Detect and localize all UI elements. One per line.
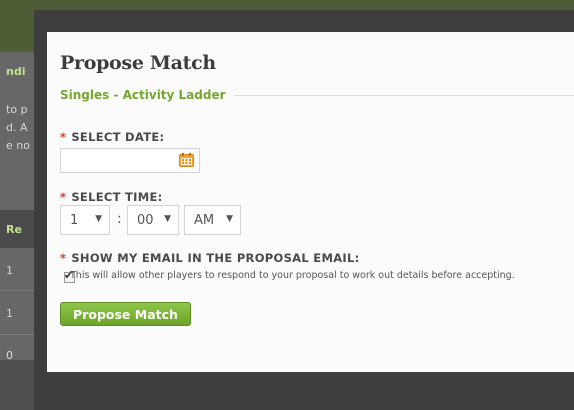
show-email-label-text: SHOW MY EMAIL IN THE PROPOSAL EMAIL: [71, 251, 360, 265]
time-separator: : [117, 211, 122, 227]
propose-match-button[interactable]: Propose Match [60, 302, 191, 326]
minute-select[interactable]: 00 ▼ [127, 205, 179, 235]
meridiem-value: AM [194, 213, 215, 228]
required-asterisk: * [60, 130, 67, 144]
background-text: ndi [6, 65, 26, 78]
calendar-icon[interactable] [179, 153, 194, 167]
select-date-label-text: SELECT DATE: [71, 130, 165, 144]
background-divider [0, 290, 34, 291]
dialog-subtitle-row: Singles - Activity Ladder [60, 87, 574, 103]
dialog-title: Propose Match [60, 52, 216, 74]
background-text: 1 [6, 307, 13, 320]
background-text: 0 [6, 349, 13, 362]
hour-value: 1 [70, 213, 79, 228]
chevron-down-icon: ▼ [164, 214, 171, 224]
background-page: ndi to p d. A e no Re 1 1 0 [0, 52, 34, 362]
required-asterisk: * [60, 190, 67, 204]
meridiem-select[interactable]: AM ▼ [184, 205, 241, 235]
show-email-label: * SHOW MY EMAIL IN THE PROPOSAL EMAIL: [60, 251, 360, 265]
dialog-subtitle: Singles - Activity Ladder [60, 87, 234, 103]
minute-value: 00 [137, 213, 154, 228]
show-email-description: This will allow other players to respond… [70, 270, 515, 281]
background-text: Re [6, 223, 22, 236]
select-time-label: * SELECT TIME: [60, 190, 163, 204]
select-time-label-text: SELECT TIME: [71, 190, 163, 204]
hour-select[interactable]: 1 ▼ [60, 205, 110, 235]
chevron-down-icon: ▼ [226, 214, 233, 224]
background-text: 1 [6, 264, 13, 277]
background-text: to p [6, 103, 28, 116]
chevron-down-icon: ▼ [95, 214, 102, 224]
select-date-label: * SELECT DATE: [60, 130, 164, 144]
propose-match-dialog: Propose Match Singles - Activity Ladder … [47, 32, 574, 372]
background-divider [0, 334, 34, 335]
required-asterisk: * [60, 251, 67, 265]
background-text: e no [6, 139, 30, 152]
background-text: d. A [6, 121, 28, 134]
